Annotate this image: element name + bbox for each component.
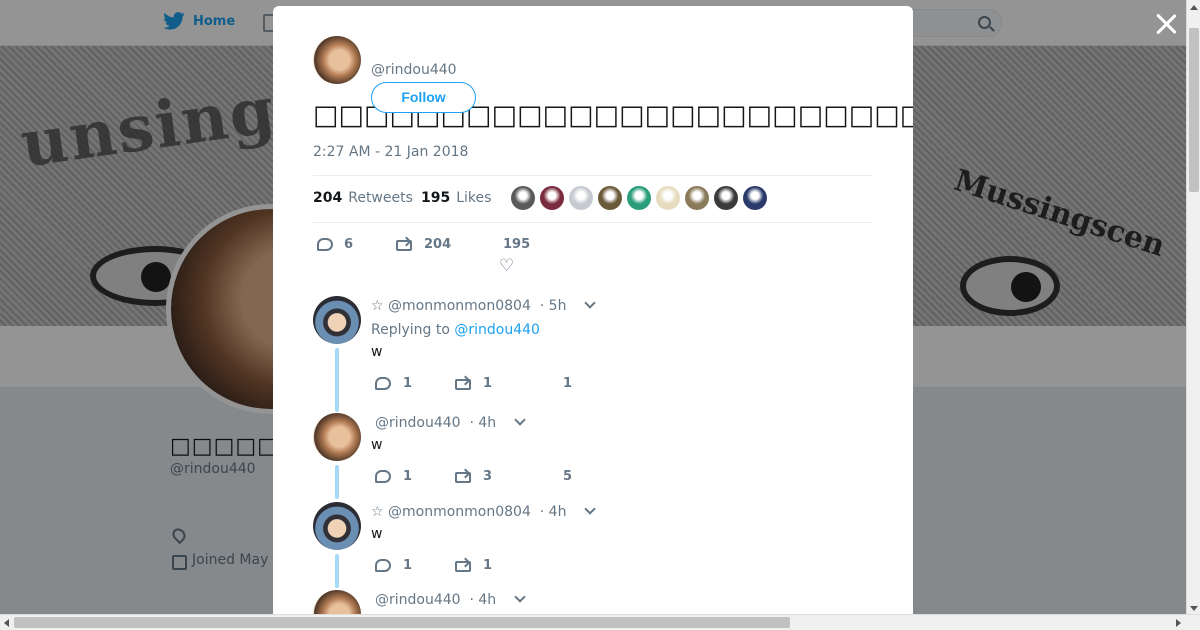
reply-actions: 1 3 5 [373,469,673,489]
reply-time[interactable]: · 4h [540,504,567,520]
reply-time[interactable]: · 4h [469,415,496,431]
reply-count: 1 [403,558,413,573]
reply-text: w [371,437,383,453]
reply-time[interactable]: · 5h [540,298,567,314]
tweet-timestamp[interactable]: 2:27 AM - 21 Jan 2018 [313,144,468,160]
like-count: 195 [503,237,531,252]
reply-avatar[interactable] [313,590,361,614]
reply-actions: 1 1 [373,558,673,578]
likes-count: 195 [421,190,451,206]
reply-handle[interactable]: ☆ @monmonmon0804 [371,504,531,520]
reply-time[interactable]: · 4h [469,592,496,608]
tweet-actions: 6 204 195 ♡ [313,236,873,276]
thread-line [335,465,339,499]
reply-icon[interactable] [375,559,391,572]
reply-item[interactable]: @rindou440 · 4h w 1 3 5 [313,413,873,501]
thread-line [335,554,339,588]
retweets-label: Retweets [348,190,413,206]
reply-icon[interactable] [317,238,333,251]
liker-avatar[interactable] [714,186,738,210]
like-count: 1 [563,376,573,391]
reply-text: w [371,526,383,542]
liker-avatar[interactable] [569,186,593,210]
reply-handle[interactable]: @rindou440 [375,415,461,431]
reply-header: ☆ @monmonmon0804 · 5h [371,297,597,314]
retweet-count: 204 [424,237,452,252]
retweets-count: 204 [313,190,343,206]
retweet-icon[interactable] [455,472,471,483]
reply-item[interactable]: ☆ @monmonmon0804 · 5h Replying to @rindo… [313,296,873,412]
horizontal-scrollbar[interactable] [0,614,1200,630]
reply-count: 6 [344,237,354,252]
chevron-down-icon[interactable] [584,297,597,309]
reply-count: 1 [403,469,413,484]
likers-avatars [511,186,767,210]
reply-header: @rindou440 · 4h [375,591,526,608]
retweet-icon[interactable] [396,240,412,251]
close-icon[interactable] [1154,12,1178,36]
retweet-count: 1 [483,558,493,573]
retweet-icon[interactable] [455,379,471,390]
chevron-down-icon[interactable] [514,414,526,426]
reply-avatar[interactable] [313,296,361,344]
chevron-down-icon[interactable] [584,503,597,515]
retweet-icon[interactable] [455,561,471,572]
liker-avatar[interactable] [656,186,680,210]
reply-count: 1 [403,376,413,391]
reply-text: w [371,344,383,360]
vertical-scrollbar[interactable] [1186,0,1200,616]
reply-actions: 1 1 1 [373,376,673,396]
author-handle[interactable]: @rindou440 [371,62,457,78]
heart-icon[interactable]: ♡ [499,258,514,275]
replying-to: Replying to @rindou440 [371,322,540,338]
reply-avatar[interactable] [313,413,361,461]
reply-handle[interactable]: @rindou440 [375,592,461,608]
retweet-count: 3 [483,469,493,484]
reply-item[interactable]: @rindou440 · 4h [313,590,873,614]
scroll-up-arrow-icon[interactable] [1190,5,1198,10]
replying-prefix: Replying to [371,322,450,338]
scroll-right-arrow-icon[interactable] [1176,619,1181,627]
liker-avatar[interactable] [598,186,622,210]
thread-line [335,348,339,412]
like-count: 5 [563,469,573,484]
reply-handle[interactable]: ☆ @monmonmon0804 [371,298,531,314]
likes-label: Likes [456,190,492,206]
author-avatar[interactable] [313,36,361,84]
reply-item[interactable]: ☆ @monmonmon0804 · 4h w 1 1 [313,502,873,588]
tweet-stats: 204 Retweets 195 Likes [313,175,873,223]
liker-avatar[interactable] [685,186,709,210]
follow-button[interactable]: Follow [371,82,476,113]
tweet-modal: @rindou440 □□□□□□□□□□□□□□□□□□□□□□□□□□□□□… [273,6,913,614]
reply-icon[interactable] [375,470,391,483]
reply-icon[interactable] [375,377,391,390]
liker-avatar[interactable] [627,186,651,210]
liker-avatar[interactable] [511,186,535,210]
scrollbar-thumb[interactable] [1189,28,1199,192]
reply-header: @rindou440 · 4h [375,414,526,431]
liker-avatar[interactable] [743,186,767,210]
reply-avatar[interactable] [313,502,361,550]
chevron-down-icon[interactable] [514,591,526,603]
scrollbar-thumb[interactable] [14,617,790,628]
reply-header: ☆ @monmonmon0804 · 4h [371,503,597,520]
likes-stat[interactable]: 195 Likes [421,190,491,206]
liker-avatar[interactable] [540,186,564,210]
replying-to-link[interactable]: @rindou440 [454,322,540,338]
retweets-stat[interactable]: 204 Retweets [313,190,413,206]
scroll-left-arrow-icon[interactable] [4,619,9,627]
retweet-count: 1 [483,376,493,391]
scroll-down-arrow-icon[interactable] [1190,606,1198,611]
